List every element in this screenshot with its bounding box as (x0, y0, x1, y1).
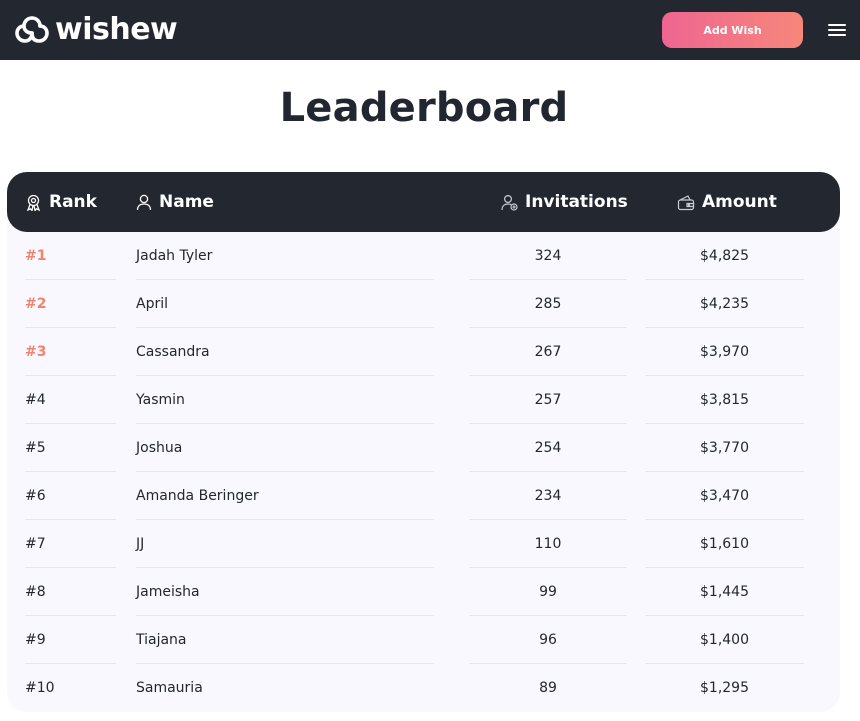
invitations-cell: 234 (469, 472, 627, 520)
user-add-icon (501, 194, 518, 211)
table-row[interactable]: #7 JJ 110 $1,610 (7, 520, 840, 568)
column-label-name: Name (159, 192, 214, 212)
column-label-invitations: Invitations (525, 192, 628, 212)
invitations-cell: 254 (469, 424, 627, 472)
name-cell: Samauria (136, 680, 203, 696)
rank-cell: #1 (25, 232, 116, 280)
name-cell: Cassandra (136, 328, 434, 376)
invitations-cell: 110 (469, 520, 627, 568)
name-cell: JJ (136, 520, 434, 568)
leaderboard-table: Rank Name Invitations Amount #1 Jadah Ty… (7, 172, 840, 712)
name-cell: Jadah Tyler (136, 232, 434, 280)
wishew-logo-icon (15, 14, 49, 46)
table-row[interactable]: #2 April 285 $4,235 (7, 280, 840, 328)
amount-cell: $1,610 (645, 520, 804, 568)
medal-icon (25, 194, 42, 211)
column-label-amount: Amount (702, 192, 777, 212)
rank-cell: #9 (25, 616, 116, 664)
user-icon (136, 194, 152, 211)
table-row[interactable]: #6 Amanda Beringer 234 $3,470 (7, 472, 840, 520)
name-cell: Joshua (136, 424, 434, 472)
amount-cell: $4,235 (645, 280, 804, 328)
invitations-cell: 324 (469, 232, 627, 280)
amount-cell: $3,470 (645, 472, 804, 520)
navbar: wishew Add Wish (0, 0, 860, 60)
page-title: Leaderboard (279, 85, 569, 131)
hamburger-menu-icon[interactable] (826, 21, 848, 39)
rank-cell: #7 (25, 520, 116, 568)
name-cell: April (136, 280, 434, 328)
column-label-rank: Rank (49, 192, 97, 212)
brand-logo[interactable]: wishew (15, 12, 178, 48)
amount-cell: $3,770 (645, 424, 804, 472)
table-row[interactable]: #8 Jameisha 99 $1,445 (7, 568, 840, 616)
table-row[interactable]: #9 Tiajana 96 $1,400 (7, 616, 840, 664)
name-cell: Amanda Beringer (136, 472, 434, 520)
table-row[interactable]: #5 Joshua 254 $3,770 (7, 424, 840, 472)
rank-cell: #4 (25, 376, 116, 424)
column-header-rank: Rank (25, 172, 97, 232)
brand-name: wishew (55, 12, 178, 47)
column-header-amount: Amount (677, 172, 777, 232)
amount-cell: $1,445 (645, 568, 804, 616)
invitations-cell: 285 (469, 280, 627, 328)
table-header: Rank Name Invitations Amount (7, 172, 840, 232)
wallet-icon (677, 194, 695, 211)
name-cell: Tiajana (136, 616, 434, 664)
rank-cell: #10 (25, 680, 55, 696)
amount-cell: $1,295 (700, 680, 749, 696)
amount-cell: $4,825 (645, 232, 804, 280)
rank-cell: #5 (25, 424, 116, 472)
rank-cell: #2 (25, 280, 116, 328)
table-row[interactable]: #4 Yasmin 257 $3,815 (7, 376, 840, 424)
amount-cell: $1,400 (645, 616, 804, 664)
table-row[interactable]: #1 Jadah Tyler 324 $4,825 (7, 232, 840, 280)
name-cell: Jameisha (136, 568, 434, 616)
name-cell: Yasmin (136, 376, 434, 424)
amount-cell: $3,815 (645, 376, 804, 424)
amount-cell: $3,970 (645, 328, 804, 376)
column-header-invitations: Invitations (501, 172, 628, 232)
invitations-cell: 89 (539, 680, 557, 696)
rank-cell: #3 (25, 328, 116, 376)
add-wish-button[interactable]: Add Wish (662, 12, 803, 48)
rank-cell: #8 (25, 568, 116, 616)
invitations-cell: 96 (469, 616, 627, 664)
rank-cell: #6 (25, 472, 116, 520)
table-row[interactable]: #10 Samauria 89 $1,295 (7, 664, 840, 712)
column-header-name: Name (136, 172, 214, 232)
invitations-cell: 267 (469, 328, 627, 376)
invitations-cell: 257 (469, 376, 627, 424)
invitations-cell: 99 (469, 568, 627, 616)
table-row[interactable]: #3 Cassandra 267 $3,970 (7, 328, 840, 376)
